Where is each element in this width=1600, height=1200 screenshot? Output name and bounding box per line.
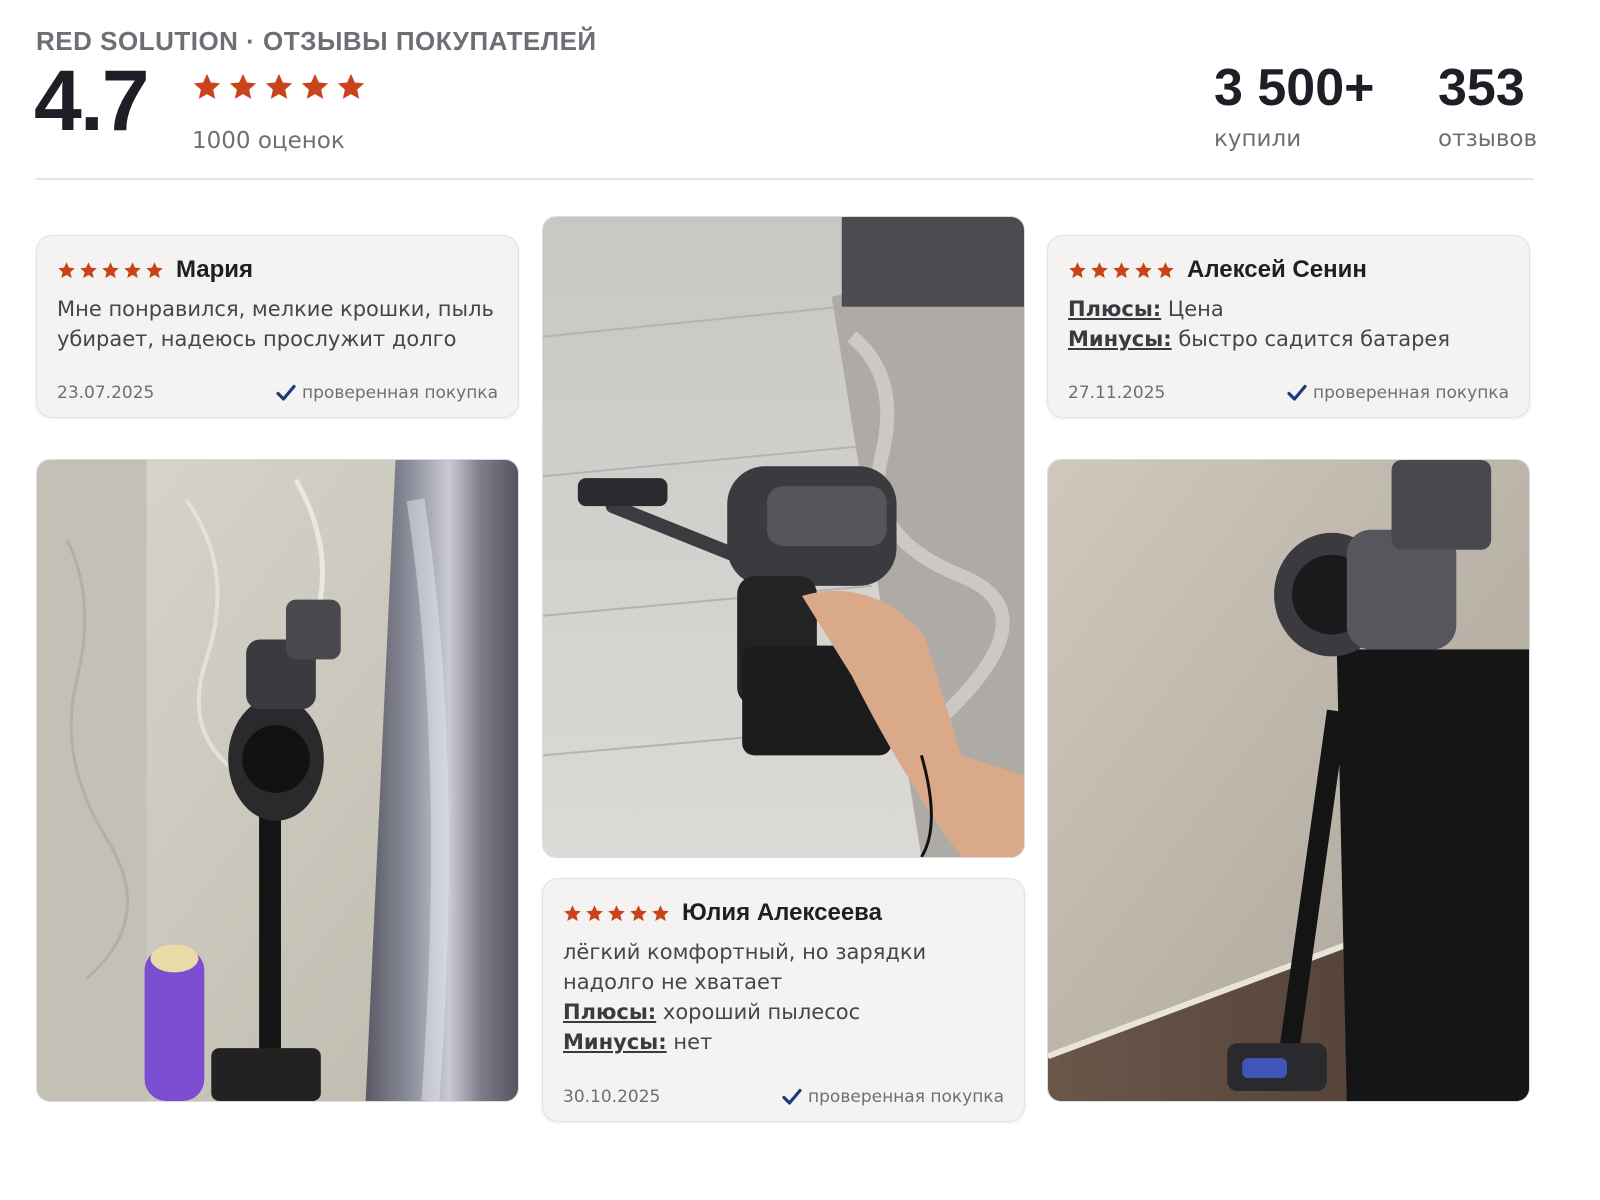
check-icon bbox=[276, 384, 296, 402]
verified-badge: проверенная покупка bbox=[276, 383, 498, 403]
average-rating: 4.7 bbox=[34, 53, 150, 149]
star-icon bbox=[101, 261, 120, 280]
review-card[interactable]: Мария Мне понравился, мелкие крошки, пыл… bbox=[36, 235, 519, 418]
vacuum-photo-image bbox=[543, 217, 1024, 857]
star-icon bbox=[1112, 261, 1131, 280]
star-icon bbox=[228, 72, 258, 102]
review-pros: Плюсы: хороший пылесос bbox=[563, 997, 1006, 1027]
review-pros: Плюсы: Цена bbox=[1068, 294, 1511, 324]
verified-label: проверенная покупка bbox=[808, 1087, 1004, 1107]
review-text-line: надолго не хватает bbox=[563, 970, 783, 994]
review-author: Юлия Алексеева bbox=[682, 899, 882, 926]
review-text: Мне понравился, мелкие крошки, пыль убир… bbox=[57, 294, 500, 354]
star-icon bbox=[336, 72, 366, 102]
vacuum-photo-image bbox=[1048, 460, 1529, 1101]
review-stars bbox=[563, 904, 670, 923]
star-icon bbox=[1156, 261, 1175, 280]
ratings-count: 1000 оценок bbox=[192, 128, 345, 154]
review-header: Юлия Алексеева bbox=[563, 899, 882, 927]
check-icon bbox=[1287, 384, 1307, 402]
verified-badge: проверенная покупка bbox=[1287, 383, 1509, 403]
star-icon bbox=[79, 261, 98, 280]
review-text: лёгкий комфортный, но зарядки надолго не… bbox=[563, 937, 1006, 1057]
review-date: 27.11.2025 bbox=[1068, 383, 1166, 403]
star-icon bbox=[123, 261, 142, 280]
review-footer: 23.07.2025 проверенная покупка bbox=[57, 383, 498, 403]
star-icon bbox=[300, 72, 330, 102]
review-footer: 30.10.2025 проверенная покупка bbox=[563, 1087, 1004, 1107]
star-icon bbox=[1068, 261, 1087, 280]
review-stars bbox=[1068, 261, 1175, 280]
star-icon bbox=[264, 72, 294, 102]
star-icon bbox=[57, 261, 76, 280]
review-header: Мария bbox=[57, 256, 253, 284]
review-text: Плюсы: Цена Минусы: быстро садится батар… bbox=[1068, 294, 1511, 354]
review-date: 30.10.2025 bbox=[563, 1087, 661, 1107]
star-icon bbox=[629, 904, 648, 923]
cons-label: Минусы: bbox=[563, 1030, 667, 1054]
pros-text: хороший пылесос bbox=[662, 1000, 861, 1024]
review-photo[interactable] bbox=[1047, 459, 1530, 1102]
star-icon bbox=[1134, 261, 1153, 280]
verified-badge: проверенная покупка bbox=[782, 1087, 1004, 1107]
review-photo[interactable] bbox=[36, 459, 519, 1102]
check-icon bbox=[782, 1088, 802, 1106]
rating-stars bbox=[192, 72, 366, 102]
star-icon bbox=[192, 72, 222, 102]
star-icon bbox=[145, 261, 164, 280]
star-icon bbox=[651, 904, 670, 923]
pros-label: Плюсы: bbox=[563, 1000, 657, 1024]
stat-value: 3 500+ bbox=[1214, 59, 1375, 117]
cons-text: быстро садится батарея bbox=[1178, 327, 1450, 351]
stat-reviews: 353 отзывов bbox=[1438, 62, 1537, 152]
review-card[interactable]: Алексей Сенин Плюсы: Цена Минусы: быстро… bbox=[1047, 235, 1530, 418]
review-text-line: убирает, надеюсь прослужит долго bbox=[57, 327, 457, 351]
review-cons: Минусы: нет bbox=[563, 1027, 1006, 1057]
verified-label: проверенная покупка bbox=[1313, 383, 1509, 403]
vacuum-photo-image bbox=[37, 460, 518, 1101]
stat-label: отзывов bbox=[1438, 126, 1538, 152]
star-icon bbox=[607, 904, 626, 923]
review-text-line: Мне понравился, мелкие крошки, пыль bbox=[57, 297, 494, 321]
star-icon bbox=[563, 904, 582, 923]
cons-text: нет bbox=[673, 1030, 713, 1054]
review-cons: Минусы: быстро садится батарея bbox=[1068, 324, 1511, 354]
header-divider bbox=[36, 178, 1534, 180]
pros-label: Плюсы: bbox=[1068, 297, 1162, 321]
stat-bought: 3 500+ купили bbox=[1214, 62, 1375, 152]
stat-value: 353 bbox=[1438, 59, 1525, 117]
review-header: Алексей Сенин bbox=[1068, 256, 1367, 284]
review-date: 23.07.2025 bbox=[57, 383, 155, 403]
review-author: Алексей Сенин bbox=[1187, 256, 1367, 283]
review-text-line: лёгкий комфортный, но зарядки bbox=[563, 940, 927, 964]
cons-label: Минусы: bbox=[1068, 327, 1172, 351]
review-author: Мария bbox=[176, 256, 254, 283]
star-icon bbox=[585, 904, 604, 923]
stat-label: купили bbox=[1214, 126, 1302, 152]
review-card[interactable]: Юлия Алексеева лёгкий комфортный, но зар… bbox=[542, 878, 1025, 1122]
verified-label: проверенная покупка bbox=[302, 383, 498, 403]
star-icon bbox=[1090, 261, 1109, 280]
review-stars bbox=[57, 261, 164, 280]
review-footer: 27.11.2025 проверенная покупка bbox=[1068, 383, 1509, 403]
pros-text: Цена bbox=[1167, 297, 1224, 321]
review-photo[interactable] bbox=[542, 216, 1025, 858]
